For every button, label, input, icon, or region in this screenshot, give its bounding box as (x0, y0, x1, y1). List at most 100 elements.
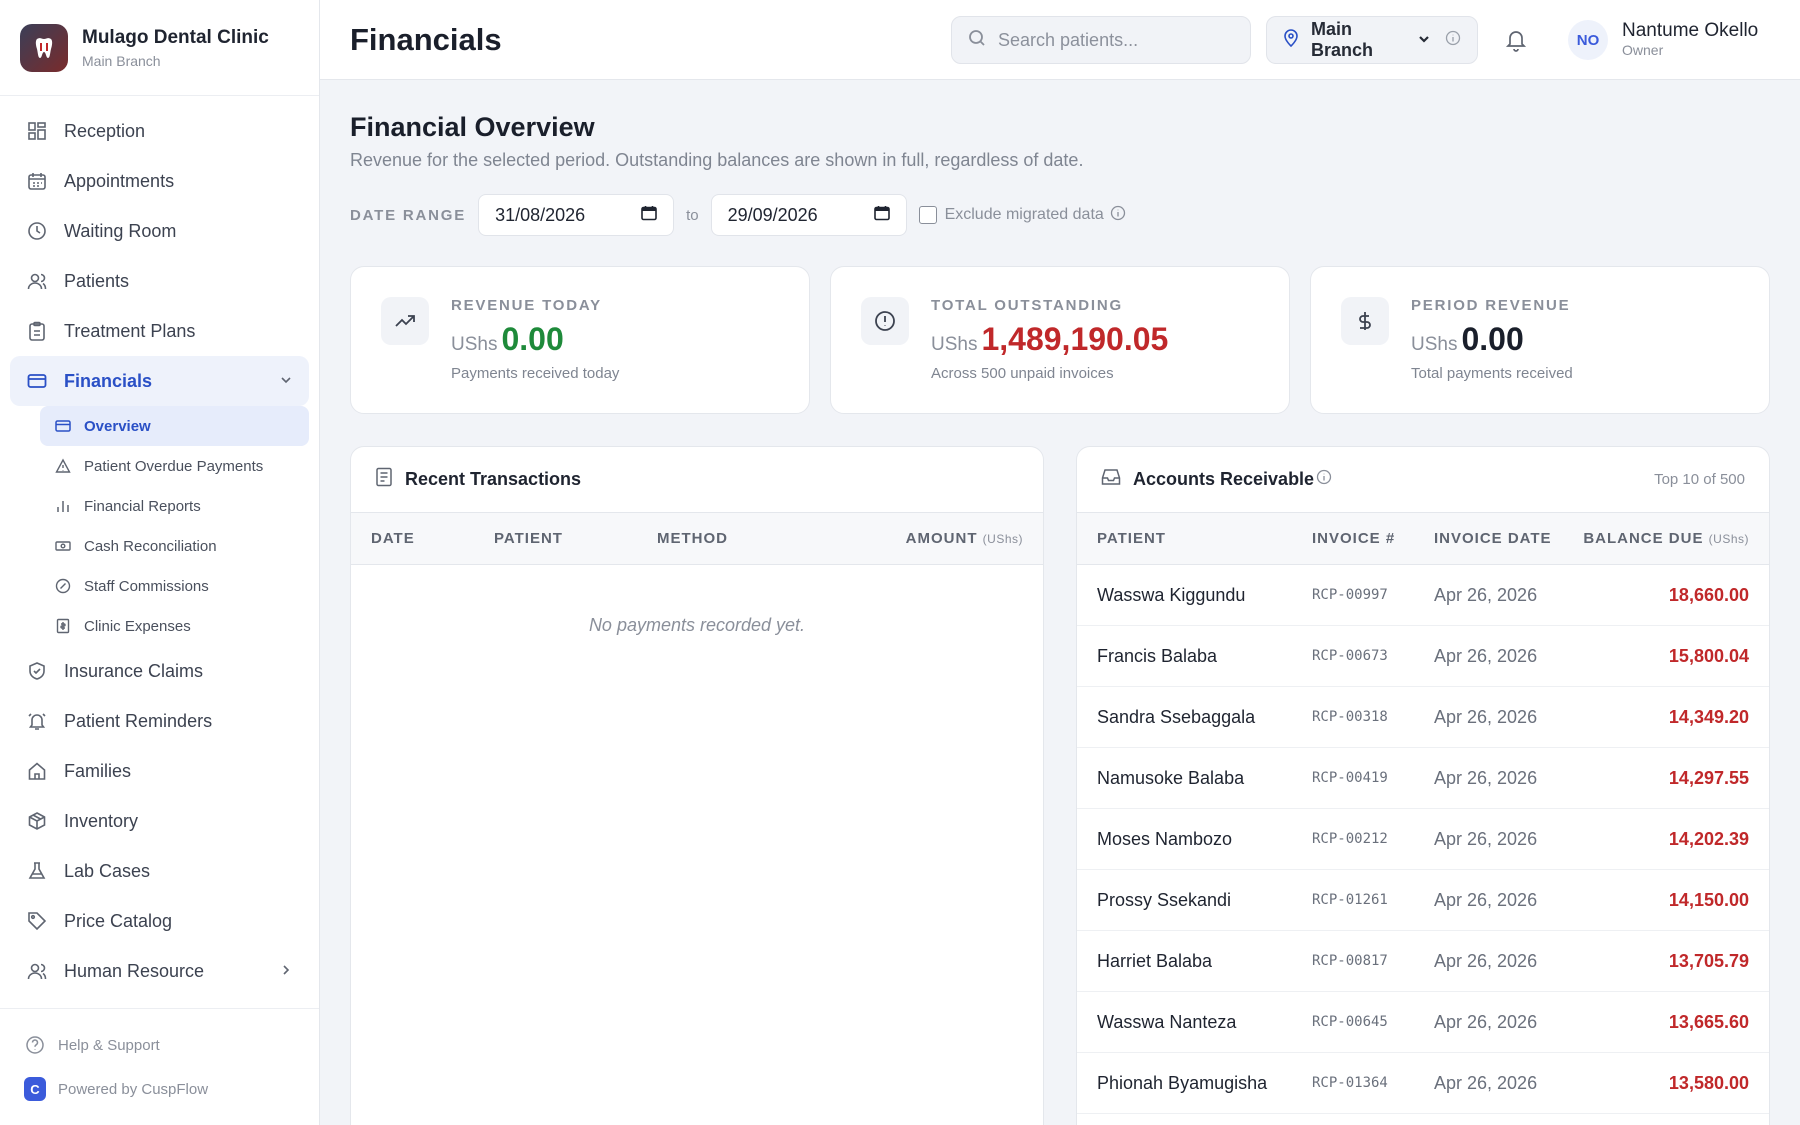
table-row[interactable]: Wasswa Nanteza RCP-00645 Apr 26, 2026 13,66… (1077, 992, 1769, 1053)
col-balance[interactable]: BALANCE DUE (UShs) (1583, 530, 1749, 547)
card-currency: UShs (931, 334, 978, 355)
total-outstanding-card: TOTAL OUTSTANDING UShs 1,489,190.05 Acros… (830, 266, 1290, 414)
sub-financial-reports[interactable]: Financial Reports (40, 486, 309, 526)
sub-label: Clinic Expenses (84, 617, 191, 635)
table-row[interactable]: Francis Balaba RCP-00673 Apr 26, 2026 15,80… (1077, 626, 1769, 687)
search-input[interactable] (998, 29, 1218, 51)
card-value: 1,489,190.05 (981, 321, 1169, 357)
row-balance: 14,297.55 (1668, 768, 1749, 788)
table-row[interactable]: Wasswa Kiggundu RCP-00997 Apr 26, 2026 18,6… (1077, 565, 1769, 626)
row-invoice: RCP-00645 (1312, 1014, 1388, 1030)
user-name[interactable]: Nantume Okello (1622, 20, 1758, 42)
percent-badge-icon (54, 577, 72, 595)
card-currency: UShs (451, 334, 498, 355)
shield-check-icon (26, 660, 48, 682)
banknote-icon (54, 537, 72, 555)
nav-treatment-plans[interactable]: Treatment Plans (10, 306, 309, 356)
nav-label: Treatment Plans (64, 320, 196, 341)
sub-cash-reconciliation[interactable]: Cash Reconciliation (40, 526, 309, 566)
table-header: DATE PATIENT METHOD AMOUNT (UShs) (351, 513, 1043, 565)
row-balance: 18,660.00 (1668, 585, 1749, 605)
chevron-down-icon (279, 371, 293, 392)
row-patient: Harriet Balaba (1097, 951, 1213, 971)
avatar[interactable]: NO (1568, 20, 1608, 60)
nav-price-catalog[interactable]: Price Catalog (10, 896, 309, 946)
nav-lab-cases[interactable]: Lab Cases (10, 846, 309, 896)
row-balance: 13,665.60 (1668, 1012, 1749, 1032)
date-from-input[interactable]: 31/08/2026 (478, 194, 675, 236)
row-patient: Francis Balaba (1097, 646, 1218, 666)
map-pin-icon (1283, 28, 1299, 52)
nav-families[interactable]: Families (10, 746, 309, 796)
info-icon[interactable] (1445, 30, 1461, 51)
nav-patient-reminders[interactable]: Patient Reminders (10, 696, 309, 746)
col-invoice-date[interactable]: INVOICE DATE (1434, 530, 1552, 547)
sub-overview[interactable]: Overview (40, 406, 309, 446)
row-patient: Wasswa Kiggundu (1097, 585, 1246, 605)
row-date: Apr 26, 2026 (1434, 1073, 1538, 1093)
branch-selector[interactable]: Main Branch (1266, 16, 1478, 64)
powered-by: C Powered by CuspFlow (24, 1067, 295, 1111)
search-box[interactable] (951, 16, 1251, 64)
financials-submenu: Overview Patient Overdue Payments Financ… (10, 406, 309, 646)
help-support-link[interactable]: Help & Support (24, 1023, 295, 1067)
recent-transactions-panel: Recent Transactions DATE PATIENT METHOD … (350, 446, 1044, 1125)
page-title: Financials (350, 21, 502, 57)
date-range-label: DATE RANGE (350, 206, 467, 224)
nav-patients[interactable]: Patients (10, 256, 309, 306)
notification-bell-icon[interactable] (1500, 24, 1532, 56)
calendar-icon[interactable] (873, 205, 890, 226)
checkbox[interactable] (918, 206, 937, 224)
empty-state: No payments recorded yet. (588, 615, 806, 635)
nav-reception[interactable]: Reception (10, 106, 309, 156)
row-invoice: RCP-01364 (1312, 1075, 1388, 1091)
nav-label: Patients (64, 270, 130, 291)
nav-appointments[interactable]: Appointments (10, 156, 309, 206)
table-row[interactable]: Harriet Balaba RCP-00817 Apr 26, 2026 13,70… (1077, 931, 1769, 992)
info-icon[interactable] (1316, 469, 1332, 490)
col-method[interactable]: METHOD (657, 530, 728, 547)
table-row[interactable]: Phionah Byamugisha RCP-01364 Apr 26, 2026 1… (1077, 1053, 1769, 1114)
nav-label: Inventory (64, 810, 139, 831)
sub-clinic-expenses[interactable]: Clinic Expenses (40, 606, 309, 646)
card-description: Payments received today (451, 365, 620, 382)
row-patient: Sandra Ssebaggala (1097, 707, 1256, 727)
powered-label: Powered by CuspFlow (58, 1080, 209, 1098)
table-row[interactable]: Moses Nambozo RCP-00212 Apr 26, 2026 14,202… (1077, 809, 1769, 870)
exclude-migrated-checkbox[interactable]: Exclude migrated data (918, 205, 1126, 226)
col-date[interactable]: DATE (371, 530, 415, 547)
period-revenue-card: PERIOD REVENUE UShs 0.00 Total payments r… (1310, 266, 1770, 414)
calendar-icon[interactable] (641, 205, 657, 226)
sub-staff-commissions[interactable]: Staff Commissions (40, 566, 309, 606)
nav-financials[interactable]: Financials (10, 356, 309, 406)
info-icon[interactable] (1110, 205, 1126, 226)
table-row[interactable]: Sandra Ssebaggala RCP-00318 Apr 26, 2026 14… (1077, 687, 1769, 748)
date-to-input[interactable]: 29/09/2026 (710, 194, 907, 236)
table-row[interactable]: Namusoke Balaba RCP-00419 Apr 26, 2026 14,2… (1077, 748, 1769, 809)
nav-label: Lab Cases (64, 860, 151, 881)
sub-label: Patient Overdue Payments (84, 457, 264, 475)
col-patient[interactable]: PATIENT (494, 530, 563, 547)
warning-icon (54, 457, 72, 475)
col-amount[interactable]: AMOUNT (UShs) (906, 530, 1023, 547)
col-invoice[interactable]: INVOICE # (1312, 530, 1395, 547)
help-label: Help & Support (58, 1036, 160, 1054)
help-circle-icon (24, 1034, 46, 1056)
nav-inventory[interactable]: Inventory (10, 796, 309, 846)
trending-up-icon (381, 297, 429, 345)
calendar-icon (26, 170, 48, 192)
card-label: REVENUE TODAY (451, 297, 602, 314)
nav-human-resource[interactable]: Human Resource (10, 946, 309, 996)
card-value: 0.00 (501, 321, 564, 357)
row-invoice: RCP-00419 (1312, 770, 1388, 786)
col-patient[interactable]: PATIENT (1097, 530, 1166, 547)
home-icon (26, 760, 48, 782)
table-row[interactable]: Prossy Ssekandi RCP-01261 Apr 26, 2026 14,1… (1077, 870, 1769, 931)
card-description: Total payments received (1411, 365, 1573, 382)
nav-insurance-claims[interactable]: Insurance Claims (10, 646, 309, 696)
sub-overdue-payments[interactable]: Patient Overdue Payments (40, 446, 309, 486)
top-bar: Financials Main Branch NO Nantume Okello… (320, 0, 1800, 80)
nav-label: Reception (64, 120, 146, 141)
nav-waiting-room[interactable]: Waiting Room (10, 206, 309, 256)
row-date: Apr 26, 2026 (1434, 646, 1538, 666)
